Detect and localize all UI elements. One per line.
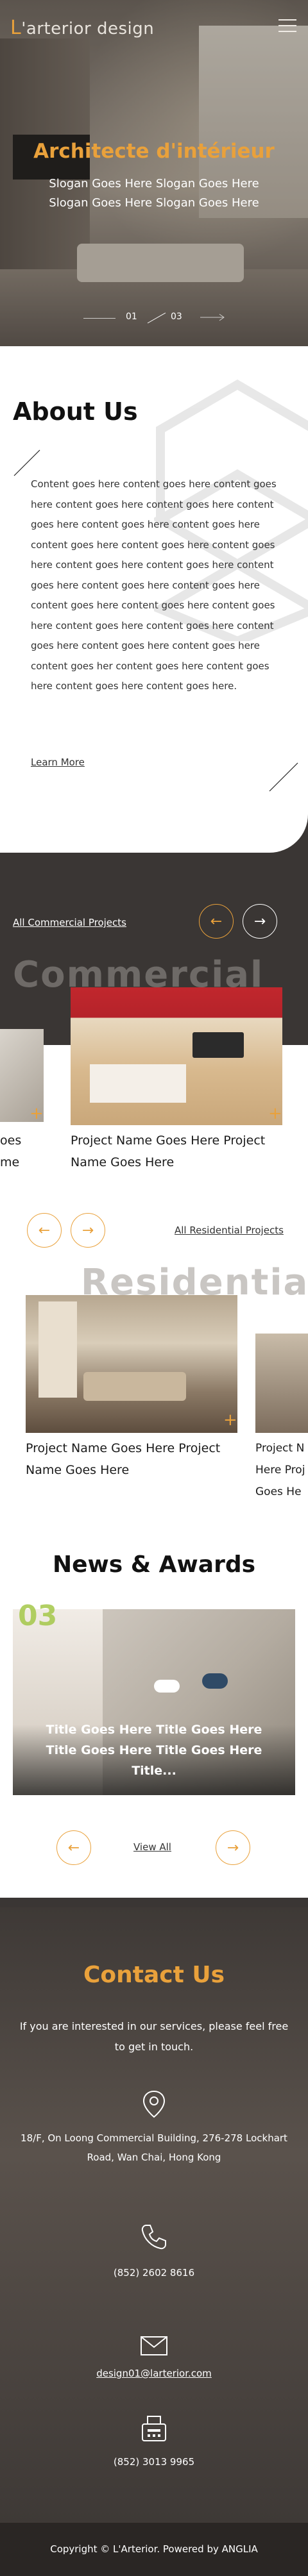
commercial-project-image[interactable] <box>71 987 282 1125</box>
residential-project-image[interactable] <box>26 1295 237 1433</box>
commercial-prev-button[interactable]: ← <box>199 904 234 939</box>
image-curtain <box>38 1301 77 1398</box>
hero-pager: 01 03 <box>0 312 308 324</box>
pager-line <box>83 318 116 319</box>
diagonal-line-icon <box>269 762 298 792</box>
arrow-left-icon: ← <box>67 1839 80 1856</box>
pager-current: 01 <box>126 312 137 322</box>
news-prev-button[interactable]: ← <box>56 1830 91 1865</box>
residential-prev-button[interactable]: ← <box>27 1213 62 1248</box>
all-residential-projects-link[interactable]: All Residential Projects <box>175 1225 284 1236</box>
plus-icon: + <box>268 1104 282 1123</box>
about-title: About Us <box>13 397 138 426</box>
learn-more-link[interactable]: Learn More <box>31 757 85 768</box>
news-card-title[interactable]: Title Goes Here Title Goes Here Title Go… <box>32 1719 276 1781</box>
diagonal-line-icon <box>13 449 40 476</box>
commercial-project-name-peek[interactable]: oes me <box>0 1130 38 1173</box>
news-card[interactable]: Title Goes Here Title Goes Here Title Go… <box>13 1609 295 1795</box>
footer: Copyright © L'Arterior. Powered by ANGLI… <box>0 2523 308 2576</box>
logo[interactable]: L'arterior design <box>10 17 154 39</box>
news-title: News & Awards <box>52 1551 256 1578</box>
contact-address: 18/F, On Loong Commercial Building, 276-… <box>21 2132 287 2163</box>
contact-title: Contact Us <box>83 1962 225 1988</box>
location-pin-icon <box>142 2090 166 2118</box>
logo-initial: L <box>10 17 22 39</box>
about-section: About Us Content goes here content goes … <box>0 346 308 853</box>
pager-total: 03 <box>171 312 182 322</box>
image-counter <box>90 1064 186 1103</box>
arrow-right-icon: → <box>81 1222 94 1239</box>
fax-icon <box>142 2416 166 2441</box>
hero-title: Architecte d'intérieur <box>33 140 275 163</box>
arrow-left-icon: ← <box>210 913 223 930</box>
logo-text: 'arterior design <box>21 19 155 38</box>
hero-banner: L'arterior design Architecte d'intérieur… <box>0 0 308 346</box>
arrow-right-icon: → <box>253 913 266 930</box>
hero-overlay <box>0 0 308 346</box>
commercial-project-name[interactable]: Project Name Goes Here Project Name Goes… <box>71 1130 289 1173</box>
view-all-news-link[interactable]: View All <box>133 1841 171 1853</box>
commercial-next-button[interactable]: → <box>243 904 277 939</box>
residential-project-name[interactable]: Project Name Goes Here Project Name Goes… <box>26 1437 244 1481</box>
image-sofa <box>83 1372 186 1401</box>
plus-icon: + <box>223 1410 237 1430</box>
phone-icon <box>141 2225 166 2250</box>
about-body: Content goes here content goes here cont… <box>31 478 277 692</box>
hero-slogan: Slogan Goes Here Slogan Goes Here Slogan… <box>49 177 259 210</box>
residential-project-image-peek[interactable] <box>255 1334 308 1433</box>
all-commercial-projects-link[interactable]: All Commercial Projects <box>13 917 126 928</box>
news-number: 03 <box>18 1600 58 1632</box>
image-decor-whale <box>202 1673 228 1689</box>
residential-project-name-peek[interactable]: Project N Here Proj Goes He <box>255 1437 308 1503</box>
image-logo-panel <box>193 1032 244 1058</box>
pager-divider-icon <box>147 312 166 324</box>
contact-section: Contact Us If you are interested in our … <box>0 1907 308 2523</box>
arrow-right-icon: → <box>227 1839 239 1856</box>
email-icon <box>141 2336 167 2355</box>
plus-icon: + <box>30 1104 44 1123</box>
page: L'arterior design Architecte d'intérieur… <box>0 0 308 2576</box>
contact-fax[interactable]: (852) 3013 9965 <box>13 2452 295 2471</box>
footer-text: Copyright © L'Arterior. Powered by ANGLI… <box>50 2543 258 2555</box>
next-slide-arrow-icon[interactable] <box>200 313 226 322</box>
menu-icon[interactable] <box>278 19 296 33</box>
arrow-left-icon: ← <box>38 1222 51 1239</box>
news-next-button[interactable]: → <box>216 1830 250 1865</box>
contact-phone[interactable]: (852) 2602 8616 <box>13 2263 295 2282</box>
contact-email[interactable]: design01@larterior.com <box>13 2364 295 2383</box>
contact-intro: If you are interested in our services, p… <box>19 2020 289 2053</box>
image-decor <box>154 1680 180 1693</box>
residential-next-button[interactable]: → <box>71 1213 105 1248</box>
